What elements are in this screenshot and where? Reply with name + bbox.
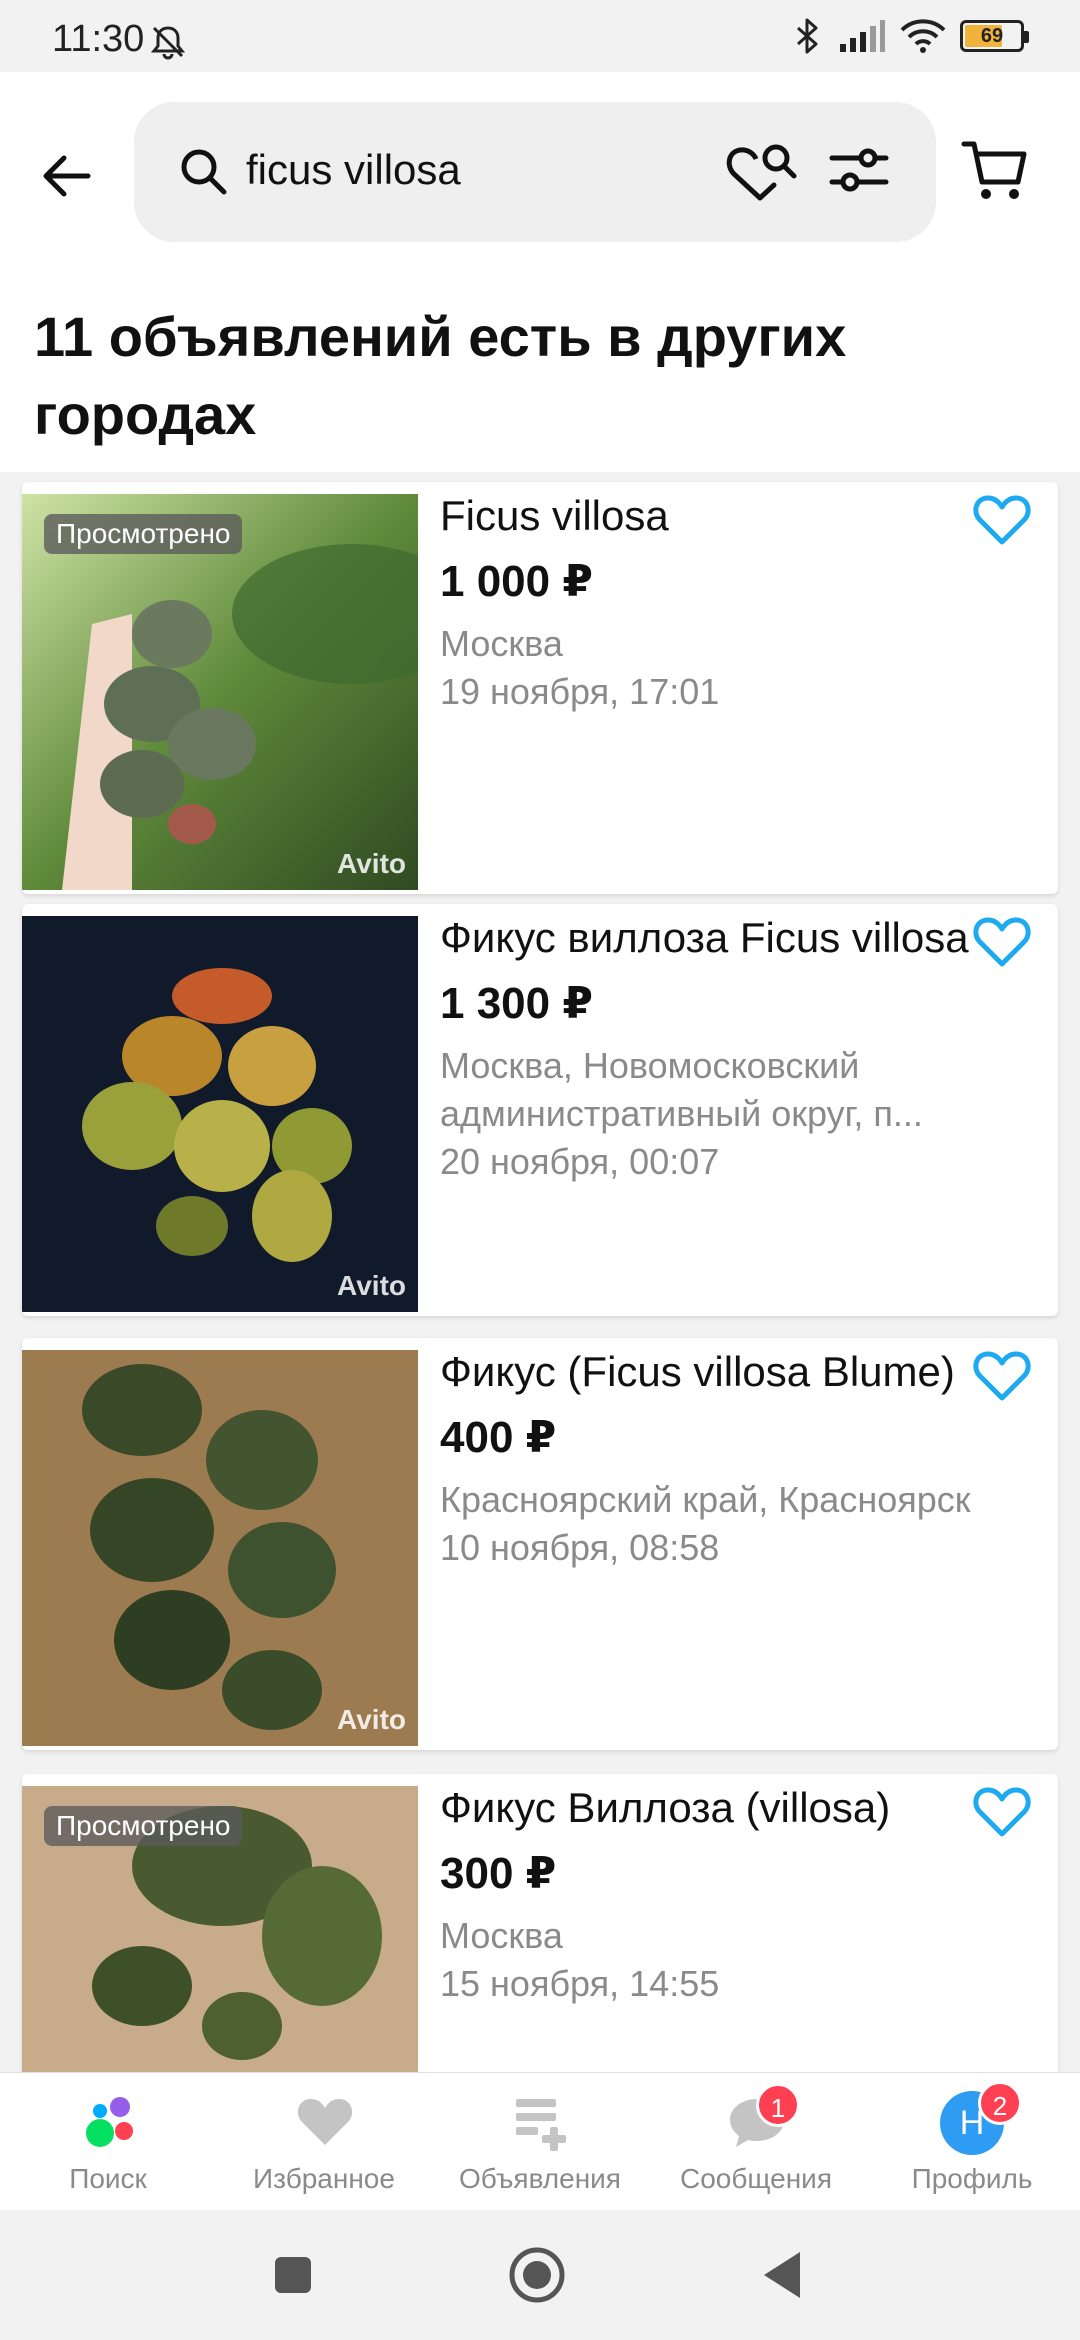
listing-card[interactable]: Avito Фикус (Ficus villosa Blume) 400 ₽ …	[22, 1338, 1058, 1750]
cart-icon[interactable]	[960, 136, 1030, 206]
search-icon	[181, 149, 227, 195]
nav-item-listings[interactable]: Объявления	[432, 2073, 648, 2211]
listing-info: Ficus villosa 1 000 ₽ Москва 19 ноября, …	[440, 482, 1000, 716]
saved-search-heart-icon[interactable]	[724, 136, 800, 206]
listings[interactable]: Просмотрено Avito Ficus villosa 1 000 ₽ …	[0, 472, 1080, 2072]
listing-price: 1 000 ₽	[440, 557, 593, 606]
listing-photo[interactable]: Avito	[22, 916, 418, 1312]
recents-square-icon[interactable]	[258, 2240, 328, 2310]
listing-date: 19 ноября, 17:01	[440, 671, 720, 712]
signal-icon	[840, 20, 885, 52]
nav-item-search[interactable]: Поиск	[0, 2073, 216, 2211]
favorite-heart-icon[interactable]	[972, 1346, 1032, 1406]
viewed-badge: Просмотрено	[44, 1806, 243, 1846]
listing-title[interactable]: Фикус (Ficus villosa Blume)	[440, 1344, 1000, 1400]
listing-date: 10 ноября, 08:58	[440, 1527, 720, 1568]
system-nav-bar	[0, 2210, 1080, 2340]
results-heading-area: 11 объявлений есть в других городах	[0, 272, 1080, 472]
favorite-heart-icon[interactable]	[972, 490, 1032, 550]
battery-indicator: 69	[960, 20, 1029, 52]
status-bar: 11:30 69	[0, 0, 1080, 72]
listing-photo[interactable]: Просмотрено Avito	[22, 494, 418, 890]
listing-location: Красноярский край, Красноярск	[440, 1479, 971, 1520]
listing-info: Фикус (Ficus villosa Blume) 400 ₽ Красно…	[440, 1338, 1000, 1572]
messages-badge: 1	[756, 2083, 800, 2127]
back-arrow-icon	[43, 155, 91, 197]
listing-photo[interactable]: Просмотрено	[22, 1786, 418, 2072]
listing-date: 20 ноября, 00:07	[440, 1141, 720, 1182]
listing-location: Москва	[440, 1915, 563, 1956]
listing-price: 300 ₽	[440, 1849, 557, 1898]
listing-info: Фикус Виллоза (villosa) 300 ₽ Москва 15 …	[440, 1774, 1000, 2008]
nav-label: Поиск	[69, 2163, 147, 2194]
top-bar: ficus villosa	[0, 72, 1080, 272]
filter-sliders-icon[interactable]	[828, 138, 890, 202]
listing-info: Фикус виллоза Ficus villosa 1 300 ₽ Моск…	[440, 904, 1000, 1186]
nav-label: Избранное	[253, 2163, 395, 2194]
listing-date: 15 ноября, 14:55	[440, 1963, 720, 2004]
listing-card[interactable]: Просмотрено Avito Ficus villosa 1 000 ₽ …	[22, 482, 1058, 894]
back-button[interactable]	[28, 138, 104, 214]
bottom-nav: Поиск Избранное Объявления 1 Сообщения Н…	[0, 2072, 1080, 2210]
listing-title[interactable]: Фикус Виллоза (villosa)	[440, 1780, 1000, 1836]
nav-item-favorites[interactable]: Избранное	[216, 2073, 432, 2211]
nav-item-profile[interactable]: Н 2 Профиль	[864, 2073, 1080, 2211]
listing-photo[interactable]: Avito	[22, 1350, 418, 1746]
battery-level-text: 69	[980, 24, 1004, 47]
avito-watermark: Avito	[337, 1704, 406, 1735]
search-dots-icon	[86, 2097, 133, 2147]
listing-card[interactable]: Просмотрено Фикус Виллоза (villosa) 300 …	[22, 1774, 1058, 2072]
listing-card[interactable]: Avito Фикус виллоза Ficus villosa 1 300 …	[22, 904, 1058, 1316]
status-icons: 69	[792, 16, 1029, 56]
listing-title[interactable]: Фикус виллоза Ficus villosa	[440, 910, 1000, 966]
listing-price: 1 300 ₽	[440, 979, 593, 1028]
nav-label: Объявления	[459, 2163, 621, 2194]
nav-label: Профиль	[911, 2163, 1033, 2194]
favorite-heart-icon[interactable]	[972, 1782, 1032, 1842]
mute-bell-icon	[150, 26, 186, 60]
heart-icon	[297, 2099, 353, 2145]
add-listing-icon	[516, 2099, 566, 2151]
wifi-icon	[900, 19, 946, 53]
listing-price: 400 ₽	[440, 1413, 557, 1462]
listing-location: Москва, Новомосковский административный …	[440, 1045, 923, 1134]
results-heading: 11 объявлений есть в других городах	[34, 305, 847, 446]
nav-item-messages[interactable]: 1 Сообщения	[648, 2073, 864, 2211]
plant-photo	[22, 916, 418, 1312]
plant-photo	[22, 1350, 418, 1746]
status-time: 11:30	[52, 18, 145, 60]
home-circle-icon[interactable]	[502, 2240, 572, 2310]
avito-watermark: Avito	[337, 1270, 406, 1301]
search-input[interactable]: ficus villosa	[246, 146, 461, 194]
viewed-badge: Просмотрено	[44, 514, 243, 554]
search-box[interactable]: ficus villosa	[134, 102, 936, 242]
bluetooth-icon	[797, 18, 818, 54]
listing-location: Москва	[440, 623, 563, 664]
favorite-heart-icon[interactable]	[972, 912, 1032, 972]
profile-badge: 2	[978, 2081, 1022, 2125]
nav-label: Сообщения	[680, 2163, 832, 2194]
back-triangle-icon[interactable]	[748, 2240, 818, 2310]
listing-title[interactable]: Ficus villosa	[440, 488, 1000, 544]
avito-watermark: Avito	[337, 848, 406, 879]
